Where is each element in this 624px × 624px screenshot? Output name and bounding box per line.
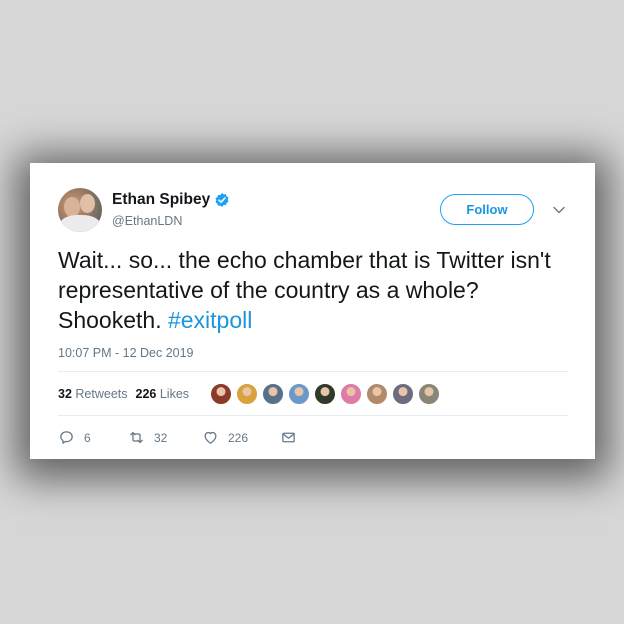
liker-avatars bbox=[210, 383, 440, 405]
divider bbox=[58, 371, 568, 372]
liker-avatar-1[interactable] bbox=[210, 383, 232, 405]
reply-count: 6 bbox=[84, 430, 91, 445]
retweets-label: Retweets bbox=[75, 387, 128, 401]
tweet-actions: 6 32 226 bbox=[58, 429, 297, 446]
like-count: 226 bbox=[228, 430, 249, 445]
retweets-count: 32 bbox=[58, 387, 72, 401]
follow-button[interactable]: Follow bbox=[440, 194, 534, 225]
liker-avatar-8[interactable] bbox=[392, 383, 414, 405]
liker-avatar-3[interactable] bbox=[262, 383, 284, 405]
liker-avatar-9[interactable] bbox=[418, 383, 440, 405]
likes-count: 226 bbox=[135, 387, 157, 401]
heart-icon bbox=[204, 431, 217, 444]
direct-message-button[interactable] bbox=[280, 429, 297, 446]
author-name[interactable]: Ethan Spibey bbox=[112, 191, 210, 209]
author-name-row[interactable]: Ethan Spibey bbox=[112, 191, 230, 209]
verified-badge-icon bbox=[215, 193, 229, 207]
likes-stat[interactable]: 226 Likes bbox=[136, 387, 190, 401]
tweet-text: Wait... so... the echo chamber that is T… bbox=[58, 245, 578, 335]
liker-avatar-7[interactable] bbox=[366, 383, 388, 405]
reply-button[interactable]: 6 bbox=[58, 429, 128, 446]
retweets-stat[interactable]: 32 Retweets bbox=[58, 387, 128, 401]
tweet-body: Wait... so... the echo chamber that is T… bbox=[58, 247, 551, 333]
retweet-icon bbox=[130, 431, 143, 444]
retweet-button[interactable]: 32 bbox=[128, 429, 202, 446]
liker-avatar-5[interactable] bbox=[314, 383, 336, 405]
engagement-stats: 32 Retweets 226 Likes bbox=[58, 387, 189, 401]
liker-avatar-4[interactable] bbox=[288, 383, 310, 405]
like-button[interactable]: 226 bbox=[202, 429, 280, 446]
liker-avatar-2[interactable] bbox=[236, 383, 258, 405]
retweet-count: 32 bbox=[154, 430, 168, 445]
tweet-timestamp[interactable]: 10:07 PM - 12 Dec 2019 bbox=[58, 346, 194, 360]
reply-icon bbox=[60, 431, 73, 444]
author-handle[interactable]: @EthanLDN bbox=[112, 214, 182, 228]
hashtag-link[interactable]: #exitpoll bbox=[168, 307, 252, 333]
envelope-icon bbox=[282, 432, 295, 443]
liker-avatar-6[interactable] bbox=[340, 383, 362, 405]
chevron-down-icon[interactable] bbox=[552, 203, 566, 217]
avatar[interactable] bbox=[58, 188, 102, 232]
divider bbox=[58, 415, 568, 416]
tweet-card: Ethan Spibey @EthanLDN Follow Wait... so… bbox=[30, 163, 595, 459]
likes-label: Likes bbox=[159, 387, 190, 401]
